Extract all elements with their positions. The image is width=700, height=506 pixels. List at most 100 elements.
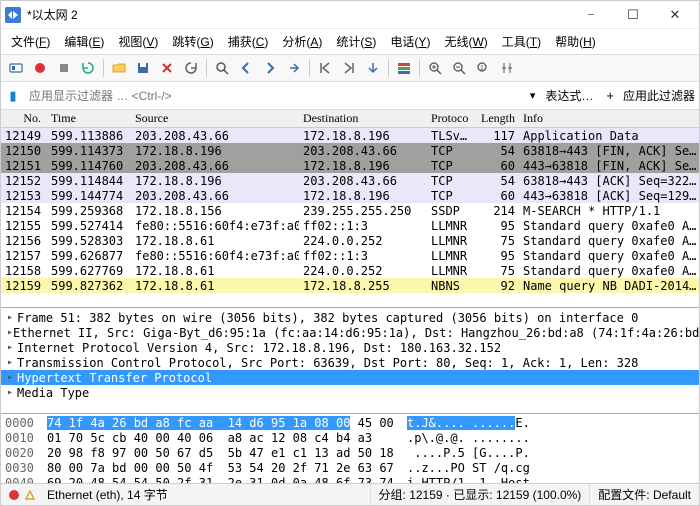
open-file-icon[interactable]: [108, 57, 130, 79]
packet-row[interactable]: 12150599.114373172.18.8.196203.208.43.66…: [1, 143, 699, 158]
status-right[interactable]: 配置文件: Default: [590, 484, 699, 505]
hex-row[interactable]: 003080 00 7a bd 00 00 50 4f 53 54 20 2f …: [5, 461, 695, 476]
save-file-icon[interactable]: [132, 57, 154, 79]
cell-proto: TCP: [427, 188, 471, 204]
menu-bar: 文件(F)编辑(E)视图(V)跳转(G)捕获(C)分析(A)统计(S)电话(Y)…: [1, 29, 699, 55]
cell-no: 12158: [1, 263, 47, 279]
close-button[interactable]: ✕: [655, 3, 695, 27]
menu-g[interactable]: 跳转(G): [166, 31, 219, 52]
cell-proto: LLMNR: [427, 233, 471, 249]
packet-details-pane[interactable]: ▸ Frame 51: 382 bytes on wire (3056 bits…: [1, 308, 699, 414]
maximize-button[interactable]: ☐: [613, 3, 653, 27]
interfaces-icon[interactable]: [5, 57, 27, 79]
detail-row[interactable]: ▸ Hypertext Transfer Protocol: [1, 370, 699, 385]
resize-columns-icon[interactable]: [496, 57, 518, 79]
expression-button[interactable]: 表达式…: [541, 85, 597, 106]
menu-a[interactable]: 分析(A): [276, 31, 328, 52]
packet-bytes-pane[interactable]: 000074 1f 4a 26 bd a8 fc aa 14 d6 95 1a …: [1, 414, 699, 483]
cell-proto: NBNS: [427, 278, 471, 294]
cell-dst: 224.0.0.252: [299, 233, 427, 249]
cell-len: 117: [471, 128, 519, 144]
cell-proto: TCP: [427, 158, 471, 174]
packet-row[interactable]: 12155599.527414fe80::5516:60f4:e73f:a0e5…: [1, 218, 699, 233]
packet-row[interactable]: 12157599.626877fe80::5516:60f4:e73f:a0e5…: [1, 248, 699, 263]
zoom-out-icon[interactable]: [448, 57, 470, 79]
hex-row[interactable]: 000074 1f 4a 26 bd a8 fc aa 14 d6 95 1a …: [5, 416, 695, 431]
col-header-info[interactable]: Info: [519, 110, 699, 127]
cell-no: 12156: [1, 233, 47, 249]
cell-info: Standard query 0xafe0 A…: [519, 263, 699, 279]
packet-row[interactable]: 12149599.113886203.208.43.66172.18.8.196…: [1, 128, 699, 143]
go-last-icon[interactable]: [338, 57, 360, 79]
toolbar: 1: [1, 55, 699, 82]
stop-capture-icon[interactable]: [53, 57, 75, 79]
cell-src: 172.18.8.196: [131, 173, 299, 189]
cell-len: 75: [471, 233, 519, 249]
menu-c[interactable]: 捕获(C): [222, 31, 275, 52]
status-bar: Ethernet (eth), 14 字节 分组: 12159 · 已显示: 1…: [1, 483, 699, 505]
expert-info-icon[interactable]: [23, 488, 37, 502]
cell-no: 12154: [1, 203, 47, 219]
restart-capture-icon[interactable]: [77, 57, 99, 79]
col-header-src[interactable]: Source: [131, 110, 299, 127]
packet-row[interactable]: 12154599.259368172.18.8.156239.255.255.2…: [1, 203, 699, 218]
detail-row[interactable]: ▸ Transmission Control Protocol, Src Por…: [1, 355, 699, 370]
col-header-proto[interactable]: Protoco: [427, 110, 471, 127]
packet-row[interactable]: 12156599.528303172.18.8.61224.0.0.252LLM…: [1, 233, 699, 248]
go-next-icon[interactable]: [259, 57, 281, 79]
packet-list-pane[interactable]: No. Time Source Destination Protoco Leng…: [1, 110, 699, 308]
expert-led-icon[interactable]: [9, 490, 19, 500]
col-header-len[interactable]: Length: [471, 110, 519, 127]
cell-dst: 172.18.8.255: [299, 278, 427, 294]
filter-dropdown-icon[interactable]: ▾: [528, 87, 538, 104]
menu-f[interactable]: 文件(F): [5, 31, 56, 52]
cell-src: 172.18.8.196: [131, 143, 299, 159]
menu-y[interactable]: 电话(Y): [384, 31, 436, 52]
cell-len: 60: [471, 158, 519, 174]
colorize-icon[interactable]: [393, 57, 415, 79]
cell-src: fe80::5516:60f4:e73f:a0e5: [131, 248, 299, 264]
go-first-icon[interactable]: [314, 57, 336, 79]
menu-t[interactable]: 工具(T): [496, 31, 547, 52]
go-packet-icon[interactable]: [283, 57, 305, 79]
packet-row[interactable]: 12152599.114844172.18.8.196203.208.43.66…: [1, 173, 699, 188]
bookmark-filter-icon[interactable]: ▮: [5, 88, 21, 104]
col-header-dst[interactable]: Destination: [299, 110, 427, 127]
reload-icon[interactable]: [180, 57, 202, 79]
menu-h[interactable]: 帮助(H): [549, 31, 602, 52]
packet-row[interactable]: 12151599.114760203.208.43.66172.18.8.196…: [1, 158, 699, 173]
menu-w[interactable]: 无线(W): [438, 31, 493, 52]
add-filter-button[interactable]: +: [601, 86, 619, 105]
zoom-reset-icon[interactable]: 1: [472, 57, 494, 79]
col-header-no[interactable]: No.: [1, 110, 47, 127]
start-capture-icon[interactable]: [29, 57, 51, 79]
menu-e[interactable]: 编辑(E): [58, 31, 110, 52]
detail-row[interactable]: ▸ Ethernet II, Src: Giga-Byt_d6:95:1a (f…: [1, 325, 699, 340]
detail-row[interactable]: ▸ Internet Protocol Version 4, Src: 172.…: [1, 340, 699, 355]
packet-list-header[interactable]: No. Time Source Destination Protoco Leng…: [1, 110, 699, 128]
window-title: *以太网 2: [27, 6, 571, 23]
menu-s[interactable]: 统计(S): [330, 31, 382, 52]
detail-row[interactable]: ▸ Frame 51: 382 bytes on wire (3056 bits…: [1, 310, 699, 325]
zoom-in-icon[interactable]: [424, 57, 446, 79]
packet-row[interactable]: 12158599.627769172.18.8.61224.0.0.252LLM…: [1, 263, 699, 278]
find-icon[interactable]: [211, 57, 233, 79]
minimize-button[interactable]: −: [571, 3, 611, 27]
cell-dst: 203.208.43.66: [299, 173, 427, 189]
cell-len: 214: [471, 203, 519, 219]
cell-src: fe80::5516:60f4:e73f:a0e5: [131, 218, 299, 234]
close-file-icon[interactable]: [156, 57, 178, 79]
detail-row[interactable]: ▸ Media Type: [1, 385, 699, 400]
packet-row[interactable]: 12159599.827362172.18.8.61172.18.8.255NB…: [1, 278, 699, 293]
cell-src: 203.208.43.66: [131, 158, 299, 174]
hex-row[interactable]: 002020 98 f8 97 00 50 67 d5 5b 47 e1 c1 …: [5, 446, 695, 461]
menu-v[interactable]: 视图(V): [112, 31, 164, 52]
apply-filter-button[interactable]: 应用此过滤器: [623, 87, 695, 104]
hex-row[interactable]: 001001 70 5c cb 40 00 40 06 a8 ac 12 08 …: [5, 431, 695, 446]
col-header-time[interactable]: Time: [47, 110, 131, 127]
go-prev-icon[interactable]: [235, 57, 257, 79]
packet-row[interactable]: 12153599.144774203.208.43.66172.18.8.196…: [1, 188, 699, 203]
display-filter-input[interactable]: [25, 87, 524, 105]
auto-scroll-icon[interactable]: [362, 57, 384, 79]
hex-row[interactable]: 004069 20 48 54 54 50 2f 31 2e 31 0d 0a …: [5, 476, 695, 483]
